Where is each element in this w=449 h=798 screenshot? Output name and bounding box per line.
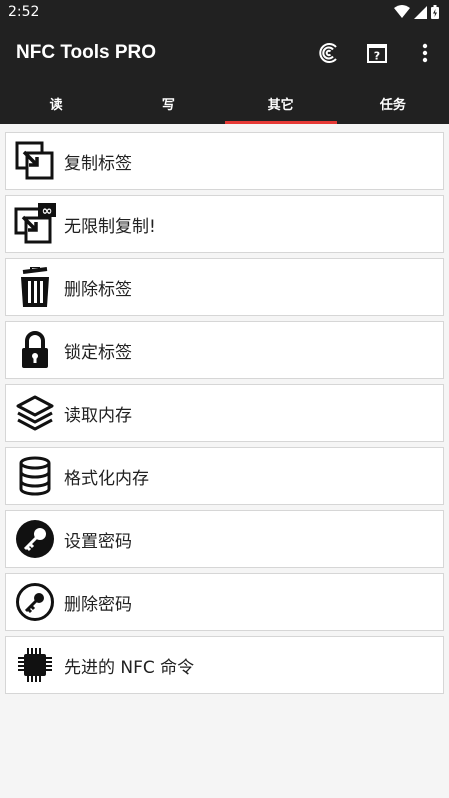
advanced-nfc-commands-label: 先进的 NFC 命令 <box>64 657 195 678</box>
delete-tag-item[interactable]: 删除标签 <box>5 258 444 316</box>
app-title: NFC Tools PRO <box>16 42 157 63</box>
key-outline-icon <box>14 581 56 623</box>
lock-icon <box>14 329 56 371</box>
nfc-reader-button[interactable] <box>305 29 353 77</box>
advanced-nfc-commands-item[interactable]: 先进的 NFC 命令 <box>5 636 444 694</box>
app-bar-actions: ? <box>305 29 449 77</box>
delete-tag-label: 删除标签 <box>64 279 132 300</box>
more-vert-icon <box>422 43 428 63</box>
status-time: 2:52 <box>8 4 40 20</box>
tab-tasks[interactable]: 任务 <box>337 82 449 124</box>
unlimited-copy-label: 无限制复制! <box>64 216 156 237</box>
svg-text:?: ? <box>374 50 380 63</box>
unlimited-copy-item[interactable]: ∞ 无限制复制! <box>5 195 444 253</box>
remove-password-label: 删除密码 <box>64 594 132 615</box>
unlimited-copy-icon: ∞ <box>14 203 56 245</box>
tab-bar: 读 写 其它 任务 <box>0 82 449 124</box>
lock-tag-label: 锁定标签 <box>64 342 132 363</box>
signal-icon <box>414 5 427 19</box>
tab-read[interactable]: 读 <box>0 82 112 124</box>
database-icon <box>14 455 56 497</box>
tools-list: 复制标签 ∞ 无限制复制! 删除标签 锁定标签 读取内存 格式化内存 设置密码 … <box>5 132 444 699</box>
help-icon: ? <box>367 44 387 63</box>
copy-tag-label: 复制标签 <box>64 153 132 174</box>
layers-icon <box>14 392 56 434</box>
wifi-icon <box>394 5 410 18</box>
tab-write[interactable]: 写 <box>112 82 224 124</box>
app-bar: NFC Tools PRO ? <box>0 24 449 82</box>
more-options-button[interactable] <box>401 29 449 77</box>
help-button[interactable]: ? <box>353 29 401 77</box>
read-memory-item[interactable]: 读取内存 <box>5 384 444 442</box>
set-password-label: 设置密码 <box>64 531 132 552</box>
copy-tag-item[interactable]: 复制标签 <box>5 132 444 190</box>
format-memory-item[interactable]: 格式化内存 <box>5 447 444 505</box>
read-memory-label: 读取内存 <box>64 405 132 426</box>
format-memory-label: 格式化内存 <box>64 468 149 489</box>
battery-icon <box>431 5 439 19</box>
key-icon <box>14 518 56 560</box>
status-icons <box>394 5 439 19</box>
trash-icon <box>14 266 56 308</box>
set-password-item[interactable]: 设置密码 <box>5 510 444 568</box>
status-bar: 2:52 <box>0 0 449 24</box>
tab-other[interactable]: 其它 <box>224 82 338 124</box>
lock-tag-item[interactable]: 锁定标签 <box>5 321 444 379</box>
remove-password-item[interactable]: 删除密码 <box>5 573 444 631</box>
chip-icon <box>14 644 56 686</box>
nfc-icon <box>319 43 337 63</box>
svg-text:∞: ∞ <box>42 204 53 219</box>
copy-tag-icon <box>14 140 56 182</box>
